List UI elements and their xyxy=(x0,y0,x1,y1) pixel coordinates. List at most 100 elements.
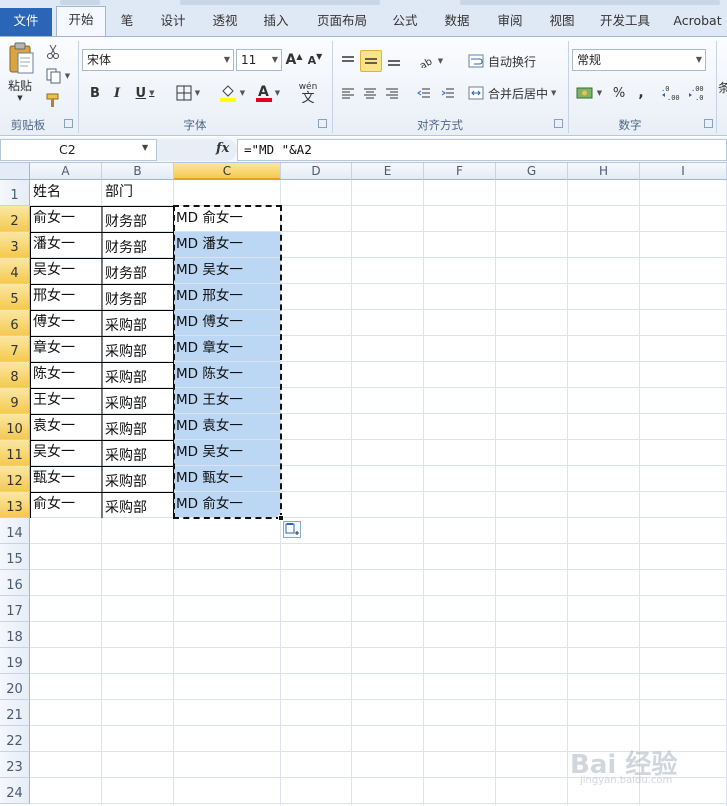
format-painter-icon[interactable] xyxy=(44,91,62,109)
align-middle-icon[interactable] xyxy=(360,50,382,72)
row-header-11[interactable]: 11 xyxy=(0,440,30,466)
conditional-format-partial[interactable]: 条 xyxy=(718,79,727,95)
row-header-24[interactable]: 24 xyxy=(0,778,30,804)
accounting-format-icon[interactable]: ▼ xyxy=(574,83,604,103)
row-header-21[interactable]: 21 xyxy=(0,700,30,726)
cell-a12[interactable]: 甄女一 xyxy=(30,466,102,492)
cell-a8[interactable]: 陈女一 xyxy=(30,362,102,388)
row-header-10[interactable]: 10 xyxy=(0,414,30,440)
clipboard-launcher-icon[interactable] xyxy=(64,119,73,128)
number-launcher-icon[interactable] xyxy=(704,119,713,128)
row-header-17[interactable]: 17 xyxy=(0,596,30,622)
column-header-h[interactable]: H xyxy=(568,163,640,180)
cell-a4[interactable]: 吴女一 xyxy=(30,258,102,284)
row-header-8[interactable]: 8 xyxy=(0,362,30,388)
orientation-icon[interactable]: ab ▼ xyxy=(416,51,446,71)
tab-page-layout[interactable]: 页面布局 xyxy=(310,8,374,36)
cell-b12[interactable]: 采购部 xyxy=(102,466,174,492)
cell-b13[interactable]: 采购部 xyxy=(102,492,174,518)
row-header-1[interactable]: 1 xyxy=(0,180,30,206)
comma-button[interactable]: , xyxy=(634,83,648,103)
align-top-icon[interactable] xyxy=(338,51,358,71)
row-header-5[interactable]: 5 xyxy=(0,284,30,310)
tab-design[interactable]: 设计 xyxy=(152,8,194,36)
align-left-icon[interactable] xyxy=(338,83,358,103)
name-box[interactable]: C2 xyxy=(0,139,157,161)
tab-pen[interactable]: 笔 xyxy=(110,8,144,36)
merge-center-button[interactable]: 合并后居中 ▼ xyxy=(468,82,564,104)
font-launcher-icon[interactable] xyxy=(318,119,327,128)
decrease-decimal-icon[interactable]: .00.0 xyxy=(686,81,710,105)
cell-a5[interactable]: 邢女一 xyxy=(30,284,102,310)
column-header-a[interactable]: A xyxy=(30,163,102,180)
cell-b9[interactable]: 采购部 xyxy=(102,388,174,414)
paste-dropdown-icon[interactable]: ▼ xyxy=(14,93,26,103)
increase-decimal-icon[interactable]: .0.00 xyxy=(660,81,684,105)
cell-b7[interactable]: 采购部 xyxy=(102,336,174,362)
chevron-down-icon[interactable]: ▼ xyxy=(142,143,148,152)
tab-review[interactable]: 审阅 xyxy=(489,8,531,36)
cell-b4[interactable]: 财务部 xyxy=(102,258,174,284)
font-color-button[interactable]: A ▼ xyxy=(252,81,284,105)
row-header-7[interactable]: 7 xyxy=(0,336,30,362)
column-header-d[interactable]: D xyxy=(281,163,352,180)
row-header-3[interactable]: 3 xyxy=(0,232,30,258)
paste-options-icon[interactable] xyxy=(283,521,301,538)
increase-indent-icon[interactable] xyxy=(438,83,458,103)
font-size-select[interactable]: 11 ▼ xyxy=(236,49,282,71)
column-header-g[interactable]: G xyxy=(496,163,568,180)
wrap-text-button[interactable]: 自动换行 xyxy=(468,50,540,72)
cell-a13[interactable]: 俞女一 xyxy=(30,492,102,518)
formula-input[interactable]: ="MD "&A2 xyxy=(237,139,727,161)
tab-data[interactable]: 数据 xyxy=(436,8,478,36)
cell-a1-header[interactable]: 姓名 xyxy=(30,180,102,206)
cell-b6[interactable]: 采购部 xyxy=(102,310,174,336)
worksheet-grid[interactable]: 姓名 部门 俞女一 财务部 MD 俞女一 潘女一 财务部 MD 潘女一 吴女一 财务部 MD 吴女一… xyxy=(0,163,727,806)
cell-a7[interactable]: 章女一 xyxy=(30,336,102,362)
tab-perspective[interactable]: 透视 xyxy=(204,8,246,36)
phonetic-guide-button[interactable]: wén 文 xyxy=(292,81,324,107)
number-format-select[interactable]: 常规 ▼ xyxy=(572,49,706,71)
tab-formulas[interactable]: 公式 xyxy=(384,8,426,36)
paste-icon[interactable] xyxy=(4,41,38,77)
column-header-c[interactable]: C xyxy=(174,163,281,180)
row-header-4[interactable]: 4 xyxy=(0,258,30,284)
cell-b5[interactable]: 财务部 xyxy=(102,284,174,310)
bold-button[interactable]: B xyxy=(86,83,104,103)
column-header-i[interactable]: I xyxy=(640,163,727,180)
tab-developer[interactable]: 开发工具 xyxy=(593,8,657,36)
row-header-19[interactable]: 19 xyxy=(0,648,30,674)
cell-a9[interactable]: 王女一 xyxy=(30,388,102,414)
cell-a11[interactable]: 吴女一 xyxy=(30,440,102,466)
fill-color-button[interactable]: ▼ xyxy=(214,81,250,105)
column-header-f[interactable]: F xyxy=(424,163,496,180)
row-header-22[interactable]: 22 xyxy=(0,726,30,752)
underline-button[interactable]: U ▼ xyxy=(130,83,160,103)
paste-button[interactable]: 粘贴 xyxy=(4,77,36,93)
grow-font-button[interactable]: A ▲ xyxy=(286,49,303,71)
row-header-23[interactable]: 23 xyxy=(0,752,30,778)
copy-icon[interactable]: ▼ xyxy=(44,67,72,85)
alignment-launcher-icon[interactable] xyxy=(554,119,563,128)
row-header-14[interactable]: 14 xyxy=(0,518,30,544)
italic-button[interactable]: I xyxy=(108,83,126,103)
tab-insert[interactable]: 插入 xyxy=(255,8,297,36)
cell-b10[interactable]: 采购部 xyxy=(102,414,174,440)
cell-a10[interactable]: 袁女一 xyxy=(30,414,102,440)
cut-icon[interactable] xyxy=(44,43,62,61)
row-header-2[interactable]: 2 xyxy=(0,206,30,232)
cell-b11[interactable]: 采购部 xyxy=(102,440,174,466)
select-all-corner[interactable] xyxy=(0,163,30,180)
cell-a2[interactable]: 俞女一 xyxy=(30,206,102,232)
row-header-13[interactable]: 13 xyxy=(0,492,30,518)
cell-a6[interactable]: 傅女一 xyxy=(30,310,102,336)
decrease-indent-icon[interactable] xyxy=(414,83,434,103)
align-center-icon[interactable] xyxy=(360,83,380,103)
column-header-b[interactable]: B xyxy=(102,163,174,180)
insert-function-icon[interactable]: fx xyxy=(216,141,229,156)
tab-home[interactable]: 开始 xyxy=(56,6,106,36)
cell-a3[interactable]: 潘女一 xyxy=(30,232,102,258)
row-header-15[interactable]: 15 xyxy=(0,544,30,570)
cell-b3[interactable]: 财务部 xyxy=(102,232,174,258)
font-name-select[interactable]: 宋体 ▼ xyxy=(82,49,234,71)
